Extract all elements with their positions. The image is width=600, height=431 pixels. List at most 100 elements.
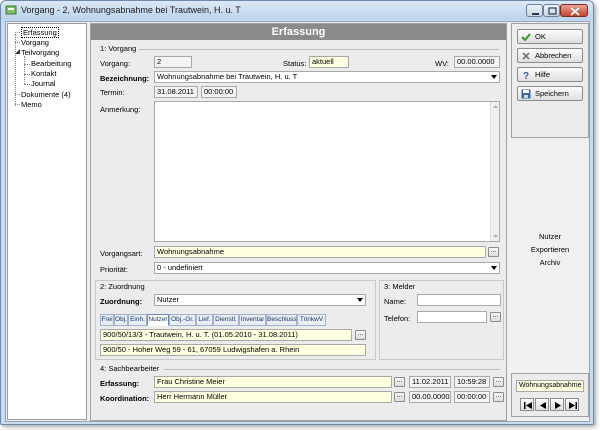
bezeichnung-value: Wohnungsabnahme bei Trautwein, H. u. T — [157, 72, 298, 81]
save-button-label: Speichern — [535, 89, 569, 98]
erfassung-browse-button[interactable]: ... — [394, 377, 405, 387]
erfassung-label: Erfassung: — [100, 379, 140, 388]
section-divider — [139, 49, 499, 50]
save-button[interactable]: Speichern — [517, 86, 583, 101]
koordination-time-button[interactable]: ... — [493, 392, 504, 402]
nutzer-link[interactable]: Nutzer — [511, 232, 589, 241]
erfassung-user-field[interactable]: Frau Christine Meier — [154, 376, 392, 388]
tree-line — [15, 42, 20, 43]
tab-obj[interactable]: Obj. — [114, 314, 128, 326]
cancel-icon — [522, 52, 530, 60]
melder-telefon-field[interactable] — [417, 311, 487, 323]
record-navigator: Wohnungsabnahme — [511, 373, 589, 417]
maximize-icon — [548, 7, 557, 15]
vorgangsart-field[interactable]: Wohnungsabnahme — [154, 246, 486, 258]
section-melder-title: 3: Melder — [384, 282, 416, 291]
termin-date-field[interactable]: 31.08.2011 — [154, 86, 198, 98]
dialog-window: Vorgang - 2, Wohnungsabnahme bei Trautwe… — [0, 0, 594, 425]
title-bar[interactable]: Vorgang - 2, Wohnungsabnahme bei Trautwe… — [1, 1, 593, 20]
bezeichnung-label: Bezeichnung: — [100, 74, 150, 83]
tab-beschluss[interactable]: Beschluss — [266, 314, 297, 326]
tab-dienstl[interactable]: Dienstl. — [213, 314, 239, 326]
scroll-up-icon[interactable] — [491, 102, 500, 111]
help-icon: ? — [523, 71, 529, 80]
tree-line — [15, 32, 20, 33]
previous-record-button[interactable] — [535, 398, 549, 411]
nutzer-browse-button[interactable]: ... — [355, 330, 366, 340]
prioritaet-label: Priorität: — [100, 265, 128, 274]
tab-obj-gr[interactable]: Obj.-Gr. — [169, 314, 196, 326]
tab-nutzer[interactable]: Nutzer — [147, 314, 169, 326]
vorgangsart-label: Vorgangsart: — [100, 249, 143, 258]
koordination-user-field[interactable]: Herr Hermann Müller — [154, 391, 392, 403]
vertical-scrollbar[interactable] — [490, 102, 499, 241]
melder-browse-button[interactable]: ... — [490, 312, 501, 322]
erfassung-time-field[interactable]: 10:59:28 — [454, 376, 490, 388]
archiv-link[interactable]: Archiv — [511, 258, 589, 267]
vorgang-label: Vorgang: — [100, 59, 131, 68]
tab-frei[interactable]: Frei — [100, 314, 114, 326]
bezeichnung-combobox[interactable]: Wohnungsabnahme bei Trautwein, H. u. T — [154, 71, 500, 83]
koordination-label: Koordination: — [100, 394, 150, 403]
chevron-down-icon — [491, 75, 497, 79]
prioritaet-combobox[interactable]: 0 - undefiniert — [154, 262, 500, 274]
tab-inventar[interactable]: Inventar — [239, 314, 266, 326]
erfassung-date-field[interactable]: 11.02.2011 — [409, 376, 451, 388]
objekt-address-field[interactable]: 900/50 - Hoher Weg 59 - 61, 67059 Ludwig… — [100, 344, 366, 356]
erfassung-time-button[interactable]: ... — [493, 377, 504, 387]
nutzer-assignment-field[interactable]: 900/50/13/3 - Trautwein, H. u. T. (01.05… — [100, 329, 352, 341]
koordination-time-field[interactable]: 00:00:00 — [454, 391, 490, 403]
zuordnung-combobox[interactable]: Nutzer — [154, 294, 366, 306]
tree-item-erfassung[interactable]: Erfassung — [21, 27, 59, 38]
melder-telefon-label: Telefon: — [384, 314, 411, 323]
first-record-button[interactable] — [520, 398, 534, 411]
status-field[interactable]: aktuell — [309, 56, 349, 68]
tree-item-teilvorgang[interactable]: Teilvorgang — [21, 48, 59, 57]
navigator-record-label: Wohnungsabnahme — [516, 380, 584, 392]
vorgang-number-field[interactable]: 2 — [154, 56, 192, 68]
context-links: Nutzer Exportieren Archiv — [511, 229, 589, 287]
tree-item-kontakt[interactable]: Kontakt — [31, 69, 56, 78]
chevron-down-icon — [491, 266, 497, 270]
minimize-button[interactable] — [526, 4, 543, 17]
status-label: Status: — [283, 59, 307, 68]
tab-einh[interactable]: Einh. — [128, 314, 147, 326]
vorgangsart-browse-button[interactable]: ... — [488, 247, 499, 257]
tree-item-memo[interactable]: Memo — [21, 100, 42, 109]
termin-label: Termin: — [100, 88, 125, 97]
wv-date-field[interactable]: 00.00.0000 — [454, 56, 500, 68]
last-record-button[interactable] — [565, 398, 579, 411]
tree-item-journal[interactable]: Journal — [31, 79, 56, 88]
form-header: Erfassung — [91, 24, 506, 40]
cancel-button[interactable]: Abbrechen — [517, 48, 583, 63]
dialog-client-area: Erfassung Vorgang Teilvorgang Bearbeitun… — [5, 21, 590, 422]
tree-item-dokumente[interactable]: Dokumente (4) — [21, 90, 71, 99]
section-zuordnung-title: 2: Zuordnung — [100, 282, 145, 291]
floppy-disk-icon — [521, 89, 531, 99]
first-record-icon — [524, 402, 532, 409]
koordination-date-field[interactable]: 00.00.0000 — [409, 391, 451, 403]
next-record-button[interactable] — [550, 398, 564, 411]
anmerkung-textarea[interactable] — [154, 101, 500, 242]
tab-lief[interactable]: Lief. — [196, 314, 213, 326]
ok-button[interactable]: OK — [517, 29, 583, 44]
next-record-icon — [555, 402, 561, 409]
last-record-icon — [569, 402, 577, 409]
tab-trinkwv[interactable]: TrinkwV — [297, 314, 326, 326]
tree-item-vorgang[interactable]: Vorgang — [21, 38, 49, 47]
tree-line — [15, 94, 20, 95]
exportieren-link[interactable]: Exportieren — [511, 245, 589, 254]
main-form-panel: Erfassung 1: Vorgang Vorgang: 2 Status: … — [90, 23, 507, 421]
tree-line — [15, 104, 20, 105]
termin-time-field[interactable]: 00:00:00 — [201, 86, 237, 98]
close-button[interactable] — [560, 4, 588, 17]
melder-name-field[interactable] — [417, 294, 501, 306]
tree-line — [24, 56, 25, 84]
scroll-down-icon[interactable] — [491, 232, 500, 241]
koordination-browse-button[interactable]: ... — [394, 392, 405, 402]
tree-line — [24, 64, 30, 65]
maximize-button[interactable] — [543, 4, 560, 17]
tree-item-bearbeitung[interactable]: Bearbeitung — [31, 59, 71, 68]
section-vorgang-title: 1: Vorgang — [100, 44, 137, 53]
help-button[interactable]: ? Hilfe — [517, 67, 583, 82]
